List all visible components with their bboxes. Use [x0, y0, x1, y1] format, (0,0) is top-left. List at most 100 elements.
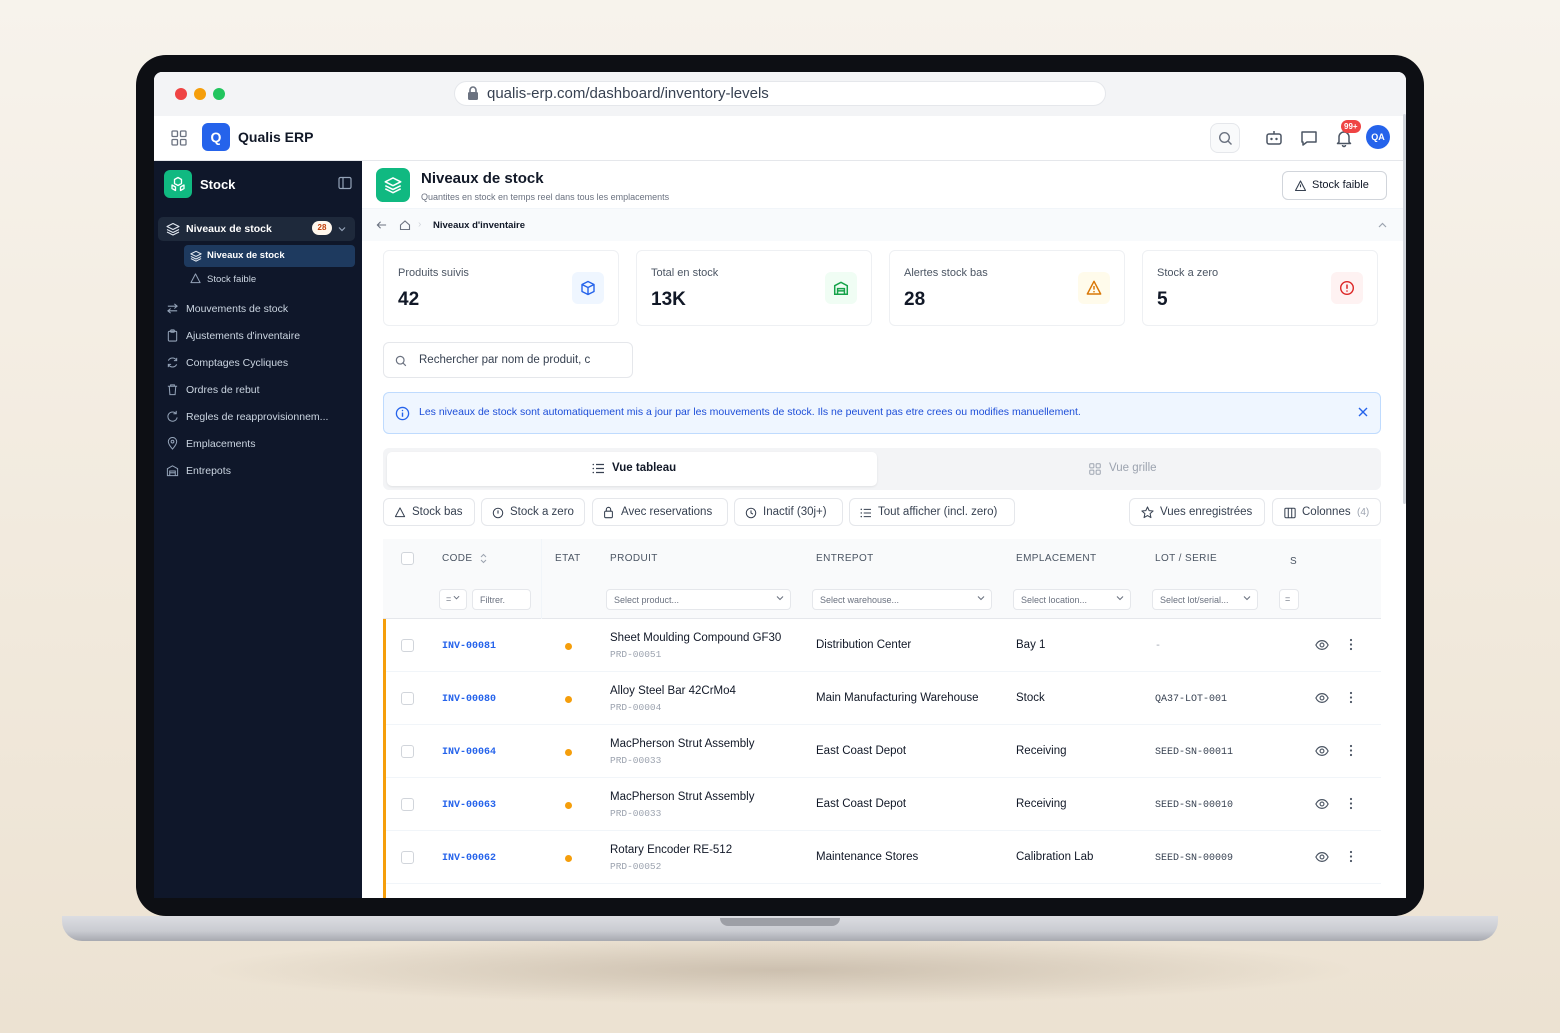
chip-label: Stock bas [412, 506, 463, 518]
lock-icon [604, 506, 613, 519]
home-icon[interactable] [399, 219, 411, 231]
eye-icon[interactable] [1315, 797, 1329, 811]
kpi-value: 13K [651, 289, 686, 310]
status-dot [565, 696, 572, 703]
table-row[interactable]: INV-00081 Sheet Moulding Compound GF30 P… [383, 619, 1381, 672]
sidebar-collapse-icon[interactable] [338, 176, 352, 190]
table-row[interactable]: INV-00080 Alloy Steel Bar 42CrMo4 PRD-00… [383, 672, 1381, 725]
kpi-label: Stock a zero [1157, 267, 1219, 279]
breadcrumb: › Niveaux d'inventaire [362, 209, 1406, 241]
code-operator-select[interactable]: = [439, 589, 467, 610]
maximize-window-dot[interactable] [213, 88, 225, 100]
tab-grid-view[interactable]: Vue grille [877, 452, 1377, 486]
brand-logo[interactable]: Q [202, 123, 230, 151]
column-header-s[interactable]: S [1290, 556, 1297, 567]
stock-module-icon [164, 170, 192, 198]
bot-icon[interactable] [1264, 128, 1284, 148]
table-row-partial [383, 884, 1381, 898]
eye-icon[interactable] [1315, 744, 1329, 758]
chip-label: Avec reservations [621, 506, 713, 518]
filter-chip-stock-a-zero[interactable]: Stock a zero [481, 498, 585, 526]
column-header-lot-serie[interactable]: LOT / SERIE [1155, 553, 1217, 564]
filter-chip-tout-afficher[interactable]: Tout afficher (incl. zero) [849, 498, 1015, 526]
kpi-value: 28 [904, 289, 926, 310]
more-vertical-icon[interactable] [1349, 691, 1353, 704]
row-product-code: PRD-00033 [610, 808, 662, 819]
chat-icon[interactable] [1299, 128, 1319, 148]
minimize-window-dot[interactable] [194, 88, 206, 100]
layers-icon [190, 250, 202, 262]
sidebar-item-label: Niveaux de stock [186, 223, 272, 235]
sidebar-group-niveaux-de-stock[interactable]: Niveaux de stock 28 [158, 217, 355, 241]
sidebar-subitem-niveaux-de-stock[interactable]: Niveaux de stock [184, 245, 355, 267]
page-scrollbar[interactable] [1403, 114, 1406, 504]
row-product-name: Alloy Steel Bar 42CrMo4 [610, 685, 736, 697]
column-header-code[interactable]: CODE [442, 553, 473, 564]
stock-faible-button[interactable]: Stock faible [1282, 171, 1387, 200]
row-location: Receiving [1016, 798, 1067, 810]
table-row[interactable]: INV-00062 Rotary Encoder RE-512 PRD-0005… [383, 831, 1381, 884]
kpi-card-stock-a-zero: Stock a zero 5 [1142, 250, 1378, 326]
row-checkbox[interactable] [401, 745, 414, 758]
brand-name[interactable]: Qualis ERP [238, 129, 313, 145]
eye-icon[interactable] [1315, 691, 1329, 705]
global-search-button[interactable] [1210, 123, 1240, 153]
table-row[interactable]: INV-00064 MacPherson Strut Assembly PRD-… [383, 725, 1381, 778]
product-search-input[interactable]: Rechercher par nom de produit, c [383, 342, 633, 378]
column-header-entrepot[interactable]: ENTREPOT [816, 553, 874, 564]
row-checkbox[interactable] [401, 639, 414, 652]
columns-button[interactable]: Colonnes (4) [1272, 498, 1381, 526]
more-vertical-icon[interactable] [1349, 744, 1353, 757]
column-header-emplacement[interactable]: EMPLACEMENT [1016, 553, 1097, 564]
row-checkbox[interactable] [401, 851, 414, 864]
lot-filter-select[interactable]: Select lot/serial... [1152, 589, 1258, 610]
user-avatar[interactable]: QA [1366, 125, 1390, 149]
more-vertical-icon[interactable] [1349, 850, 1353, 863]
row-code-link[interactable]: INV-00062 [442, 853, 496, 864]
warning-icon [394, 507, 406, 518]
product-filter-select[interactable]: Select product... [606, 589, 791, 610]
eye-icon[interactable] [1315, 850, 1329, 864]
row-code-link[interactable]: INV-00081 [442, 641, 496, 652]
warehouse-filter-select[interactable]: Select warehouse... [812, 589, 992, 610]
lock-icon [468, 86, 478, 100]
sort-icon[interactable] [480, 553, 487, 564]
url-bar[interactable]: qualis-erp.com/dashboard/inventory-level… [454, 81, 1106, 106]
back-arrow-icon[interactable] [376, 220, 387, 230]
table-header-row: CODE ETAT PRODUIT ENTREPOT EMPLACEMENT L… [383, 539, 1381, 579]
code-filter-input[interactable]: Filtrer. [472, 589, 531, 610]
sidebar-header: Stock [164, 170, 352, 198]
breadcrumb-separator: › [418, 219, 422, 230]
close-window-dot[interactable] [175, 88, 187, 100]
row-code-link[interactable]: INV-00063 [442, 800, 496, 811]
kpi-label: Alertes stock bas [904, 267, 988, 279]
apps-grid-icon[interactable] [171, 130, 187, 146]
row-product-code: PRD-00004 [610, 702, 662, 713]
chevron-up-icon[interactable] [1378, 222, 1387, 228]
close-icon[interactable] [1358, 407, 1368, 417]
filter-chip-avec-reservations[interactable]: Avec reservations [592, 498, 728, 526]
chip-label: Colonnes [1302, 506, 1351, 518]
filter-chip-inactif[interactable]: Inactif (30j+) [734, 498, 843, 526]
more-vertical-icon[interactable] [1349, 797, 1353, 810]
column-header-etat[interactable]: ETAT [555, 553, 581, 564]
app-header: Q Qualis ERP 99+ QA [154, 116, 1406, 161]
saved-views-button[interactable]: Vues enregistrées [1129, 498, 1265, 526]
row-checkbox[interactable] [401, 798, 414, 811]
row-code-link[interactable]: INV-00064 [442, 747, 496, 758]
eye-icon[interactable] [1315, 638, 1329, 652]
chevron-down-icon [776, 596, 784, 601]
table-row[interactable]: INV-00063 MacPherson Strut Assembly PRD-… [383, 778, 1381, 831]
clipboard-icon [167, 329, 178, 342]
more-vertical-icon[interactable] [1349, 638, 1353, 651]
s-operator-select[interactable]: = [1279, 589, 1299, 610]
select-all-checkbox[interactable] [401, 552, 414, 565]
tab-table-view[interactable]: Vue tableau [387, 452, 877, 486]
column-header-produit[interactable]: PRODUIT [610, 553, 658, 564]
row-code-link[interactable]: INV-00080 [442, 694, 496, 705]
chevron-down-icon [453, 595, 460, 600]
kpi-label: Produits suivis [398, 267, 469, 279]
location-filter-select[interactable]: Select location... [1013, 589, 1131, 610]
row-checkbox[interactable] [401, 692, 414, 705]
filter-chip-stock-bas[interactable]: Stock bas [383, 498, 475, 526]
